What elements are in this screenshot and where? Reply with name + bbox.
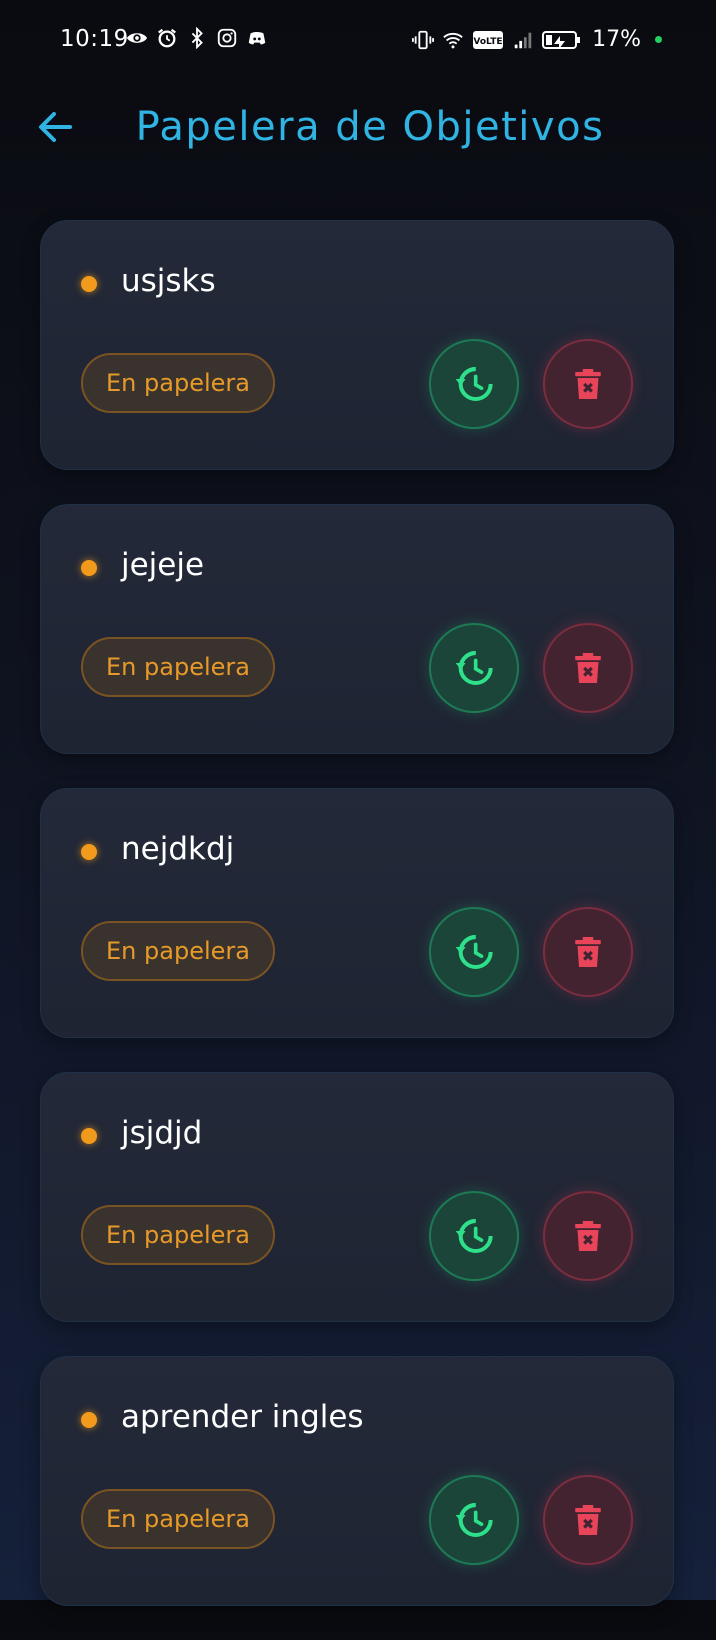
trash-x-icon	[575, 653, 601, 683]
restore-icon	[455, 367, 493, 401]
delete-permanently-button[interactable]	[543, 907, 633, 997]
trash-x-icon	[575, 1221, 601, 1251]
goal-title: jsjdjd	[121, 1115, 203, 1151]
trash-list: usjsks En papelera jejeje En papelera ne…	[40, 220, 676, 1640]
status-dot	[81, 276, 97, 292]
discord-icon	[248, 32, 266, 45]
status-right-icons: VoLTE 17%	[412, 27, 662, 52]
restore-button[interactable]	[429, 623, 519, 713]
restore-icon	[455, 1503, 493, 1537]
restore-icon	[455, 935, 493, 969]
status-dot	[81, 844, 97, 860]
trash-item-card: jejeje En papelera	[40, 504, 674, 754]
restore-icon	[455, 1219, 493, 1253]
alarm-icon	[158, 28, 176, 48]
status-left-icons	[126, 27, 268, 49]
status-dot	[81, 1128, 97, 1144]
goal-title: aprender ingles	[121, 1399, 364, 1435]
trash-item-card: nejdkdj En papelera	[40, 788, 674, 1038]
trash-x-icon	[575, 1505, 601, 1535]
restore-button[interactable]	[429, 339, 519, 429]
trash-status-badge: En papelera	[81, 1489, 275, 1549]
trash-status-badge: En papelera	[81, 353, 275, 413]
trash-item-card: usjsks En papelera	[40, 220, 674, 470]
delete-permanently-button[interactable]	[543, 623, 633, 713]
trash-x-icon	[575, 937, 601, 967]
eye-icon	[126, 33, 148, 43]
restore-icon	[455, 651, 493, 685]
restore-button[interactable]	[429, 1475, 519, 1565]
bluetooth-icon	[191, 27, 203, 49]
vibrate-icon	[412, 30, 435, 49]
restore-button[interactable]	[429, 1191, 519, 1281]
status-dot	[81, 1412, 97, 1428]
trash-status-badge: En papelera	[81, 921, 275, 981]
trash-status-badge: En papelera	[81, 1205, 275, 1265]
status-dot	[81, 560, 97, 576]
signal-icon	[514, 32, 532, 48]
trash-x-icon	[575, 369, 601, 399]
restore-button[interactable]	[429, 907, 519, 997]
app-header: Papelera de Objetivos	[0, 82, 716, 172]
trash-item-card: jsjdjd En papelera	[40, 1072, 674, 1322]
status-time: 10:19	[60, 26, 129, 52]
goal-title: jejeje	[121, 547, 205, 583]
page-title: Papelera de Objetivos	[135, 104, 605, 150]
delete-permanently-button[interactable]	[543, 1191, 633, 1281]
instagram-icon	[217, 28, 237, 48]
svg-text:VoLTE: VoLTE	[473, 37, 502, 47]
goal-title: nejdkdj	[121, 831, 235, 867]
battery-percent: 17%	[592, 27, 641, 52]
delete-permanently-button[interactable]	[543, 339, 633, 429]
battery-icon	[542, 30, 581, 49]
delete-permanently-button[interactable]	[543, 1475, 633, 1565]
goal-title: usjsks	[121, 263, 216, 299]
status-bar: 10:19 VoLTE 17%	[0, 0, 716, 82]
trash-item-card: aprender ingles En papelera	[40, 1356, 674, 1606]
wifi-icon	[443, 32, 463, 48]
privacy-indicator-dot	[655, 36, 662, 43]
trash-status-badge: En papelera	[81, 637, 275, 697]
volte-icon: VoLTE	[473, 30, 504, 49]
